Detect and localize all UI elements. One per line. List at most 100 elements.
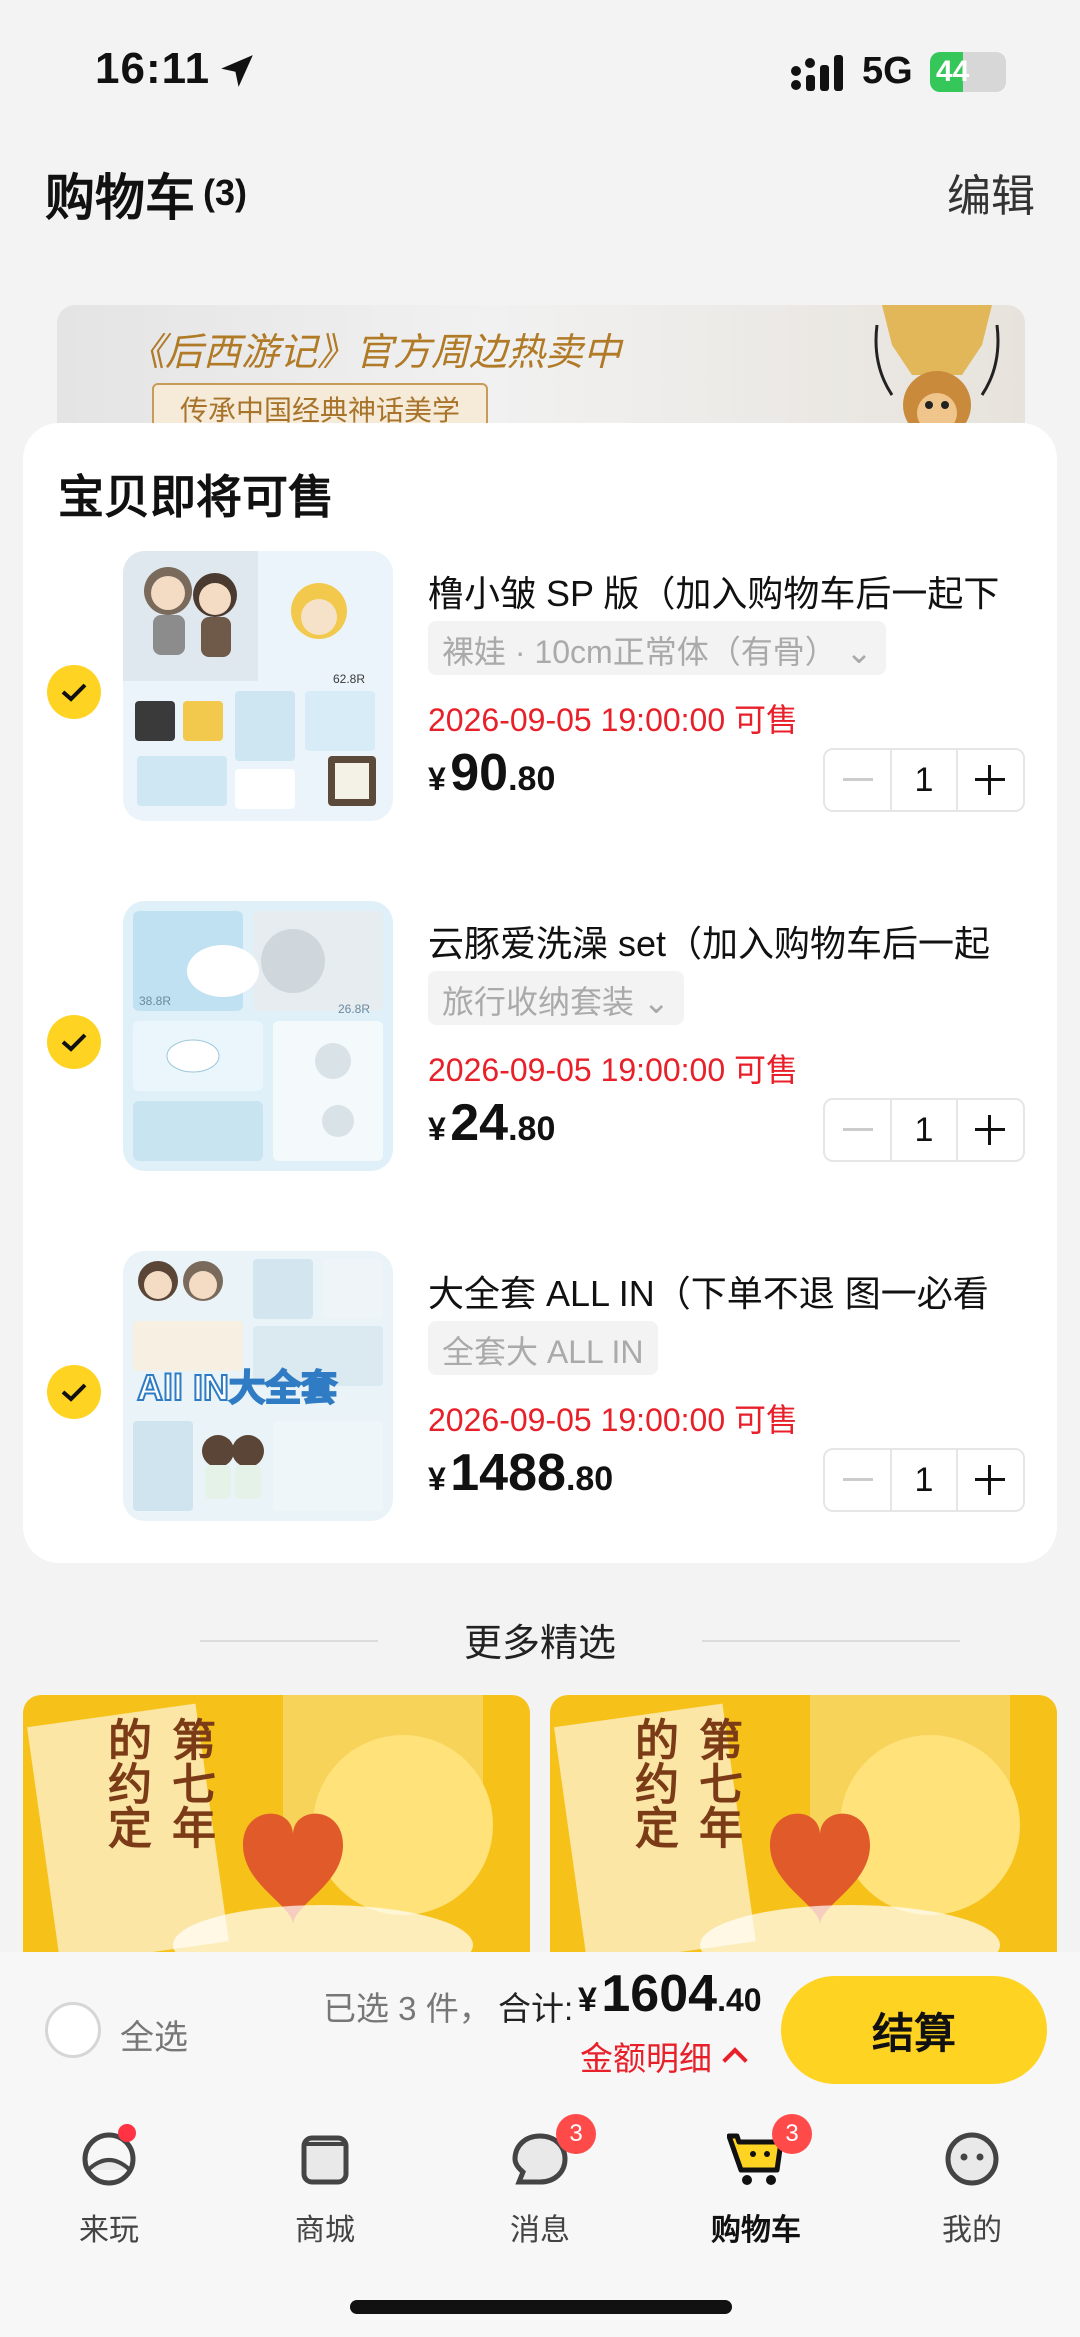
decrease-button[interactable] bbox=[825, 1100, 890, 1160]
checkout-button[interactable]: 结算 bbox=[781, 1976, 1047, 2084]
promo-card[interactable]: 第七年的约定 bbox=[23, 1695, 530, 1955]
select-all-checkbox[interactable] bbox=[45, 2002, 101, 2058]
item-price: ¥ 24.80 bbox=[428, 1093, 555, 1153]
tab-messages[interactable]: 3 消息 bbox=[461, 2114, 611, 2250]
tab-profile[interactable]: 我的 bbox=[893, 2130, 1043, 2250]
cart-item: 62.8R 橹小皱 SP 版（加入购物车后一起下 裸娃 · 10cm正常体（有骨… bbox=[23, 543, 1057, 843]
home-indicator bbox=[350, 2300, 732, 2314]
total-integer: 1604 bbox=[601, 1965, 718, 2023]
signal-icon bbox=[791, 55, 843, 91]
plus-icon bbox=[975, 765, 1006, 795]
quantity-value[interactable]: 1 bbox=[890, 1100, 958, 1160]
thumb-overlay-text: All IN大全套 bbox=[136, 1366, 338, 1409]
network-type: 5G bbox=[862, 50, 913, 92]
cart-count: (3) bbox=[203, 172, 247, 213]
cart-item: All IN大全套 大全套 ALL IN（下单不退 图一必看 全套大 ALL I… bbox=[23, 1243, 1057, 1543]
product-image-doll-set: 62.8R bbox=[123, 551, 393, 821]
item-title[interactable]: 云豚爱洗澡 set（加入购物车后一起 bbox=[428, 915, 1038, 967]
svg-text:62.8R: 62.8R bbox=[333, 672, 365, 686]
checkmark-icon bbox=[61, 683, 87, 702]
item-price: ¥ 1488.80 bbox=[428, 1443, 613, 1503]
select-all-label[interactable]: 全选 bbox=[120, 2010, 188, 2059]
price-integer: 1488 bbox=[450, 1444, 566, 1502]
battery-level: 44 bbox=[936, 55, 970, 88]
tab-label: 来玩 bbox=[79, 2214, 139, 2247]
item-title[interactable]: 大全套 ALL IN（下单不退 图一必看 bbox=[428, 1265, 1038, 1317]
page-header: 购物车 (3) 编辑 bbox=[0, 140, 1080, 250]
chevron-down-icon: ⌄ bbox=[642, 984, 670, 1020]
product-thumbnail[interactable]: 62.8R bbox=[123, 551, 393, 821]
amount-detail-link[interactable]: 金额明细 bbox=[580, 2032, 748, 2080]
tab-label: 购物车 bbox=[711, 2214, 801, 2247]
sale-time: 2026-09-05 19:00:00 可售 bbox=[428, 702, 799, 738]
promo-card[interactable]: 第七年的约定 bbox=[550, 1695, 1057, 1955]
cart-badge: 3 bbox=[772, 2114, 812, 2154]
quantity-stepper: 1 bbox=[823, 748, 1025, 812]
price-decimal: .80 bbox=[565, 1460, 614, 1498]
selected-count: 已选 3 件， bbox=[323, 1990, 492, 2027]
quantity-value[interactable]: 1 bbox=[890, 1450, 958, 1510]
product-thumbnail[interactable]: 38.8R 26.8R bbox=[123, 901, 393, 1171]
item-sku-selector[interactable]: 全套大 ALL IN bbox=[428, 1321, 658, 1375]
tab-cart[interactable]: 3 购物车 bbox=[677, 2114, 827, 2250]
price-integer: 24 bbox=[450, 1094, 509, 1152]
item-checkbox[interactable] bbox=[47, 665, 101, 719]
decrease-button[interactable] bbox=[825, 1450, 890, 1510]
minus-icon bbox=[842, 1128, 873, 1131]
sale-time: 2026-09-05 19:00:00 可售 bbox=[428, 1402, 799, 1438]
tab-label: 消息 bbox=[510, 2214, 570, 2247]
tab-label: 商城 bbox=[295, 2214, 355, 2247]
promo-title: 第七年的约定 bbox=[627, 1717, 742, 1849]
price-decimal: .80 bbox=[508, 760, 556, 798]
profile-icon bbox=[945, 2132, 999, 2186]
sale-time: 2026-09-05 19:00:00 可售 bbox=[428, 1052, 799, 1088]
decrease-button[interactable] bbox=[825, 750, 890, 810]
chevron-up-icon bbox=[722, 2047, 748, 2073]
item-sku-selector[interactable]: 旅行收纳套装 ⌄ bbox=[428, 971, 684, 1025]
message-badge: 3 bbox=[556, 2114, 596, 2154]
svg-text:26.8R: 26.8R bbox=[338, 1002, 370, 1016]
divider bbox=[702, 1640, 960, 1642]
item-sku-selector[interactable]: 裸娃 · 10cm正常体（有骨） ⌄ bbox=[428, 621, 887, 675]
total-label: 合计: bbox=[498, 1990, 574, 2027]
increase-button[interactable] bbox=[958, 1450, 1023, 1510]
price-integer: 90 bbox=[450, 744, 509, 802]
location-arrow-icon bbox=[221, 55, 253, 87]
checkmark-icon bbox=[61, 1383, 87, 1402]
minus-icon bbox=[842, 1478, 873, 1481]
chevron-down-icon: ⌄ bbox=[845, 634, 873, 670]
banner-title: 《后西游记》官方周边热卖中 bbox=[127, 330, 622, 374]
item-checkbox[interactable] bbox=[47, 1015, 101, 1069]
section-title: 宝贝即将可售 bbox=[58, 471, 334, 523]
tab-play[interactable]: 来玩 bbox=[30, 2124, 180, 2250]
product-image-bath-set: 38.8R 26.8R bbox=[123, 901, 393, 1171]
shop-icon bbox=[301, 2135, 349, 2185]
svg-text:38.8R: 38.8R bbox=[139, 994, 171, 1008]
tab-shop[interactable]: 商城 bbox=[246, 2130, 396, 2250]
increase-button[interactable] bbox=[958, 1100, 1023, 1160]
item-checkbox[interactable] bbox=[47, 1365, 101, 1419]
checkmark-icon bbox=[61, 1033, 87, 1052]
sku-label: 裸娃 · 10cm正常体（有骨） bbox=[442, 634, 837, 670]
minus-icon bbox=[842, 778, 873, 781]
price-decimal: .80 bbox=[508, 1110, 556, 1148]
cart-item: 38.8R 26.8R 云豚爱洗澡 set（加入购物车后一起 旅行收纳套装 ⌄ … bbox=[23, 893, 1057, 1193]
more-selection-header: 更多精选 bbox=[0, 1600, 1080, 1670]
item-title[interactable]: 橹小皱 SP 版（加入购物车后一起下 bbox=[428, 565, 1038, 617]
currency-symbol: ¥ bbox=[578, 1981, 597, 2019]
page-title: 购物车 bbox=[45, 170, 195, 226]
quantity-stepper: 1 bbox=[823, 1098, 1025, 1162]
status-time: 16:11 bbox=[95, 44, 211, 93]
total-decimal: .40 bbox=[717, 1982, 762, 2018]
quantity-value[interactable]: 1 bbox=[890, 750, 958, 810]
item-price: ¥ 90.80 bbox=[428, 743, 555, 803]
sku-label: 旅行收纳套装 bbox=[442, 984, 635, 1020]
product-thumbnail[interactable]: All IN大全套 bbox=[123, 1251, 393, 1521]
quantity-stepper: 1 bbox=[823, 1448, 1025, 1512]
increase-button[interactable] bbox=[958, 750, 1023, 810]
plus-icon bbox=[975, 1465, 1006, 1495]
battery-icon: 44 bbox=[930, 52, 1006, 92]
edit-button[interactable]: 编辑 bbox=[947, 160, 1035, 224]
tab-label: 我的 bbox=[942, 2214, 1002, 2247]
promo-title: 第七年的约定 bbox=[100, 1717, 215, 1849]
